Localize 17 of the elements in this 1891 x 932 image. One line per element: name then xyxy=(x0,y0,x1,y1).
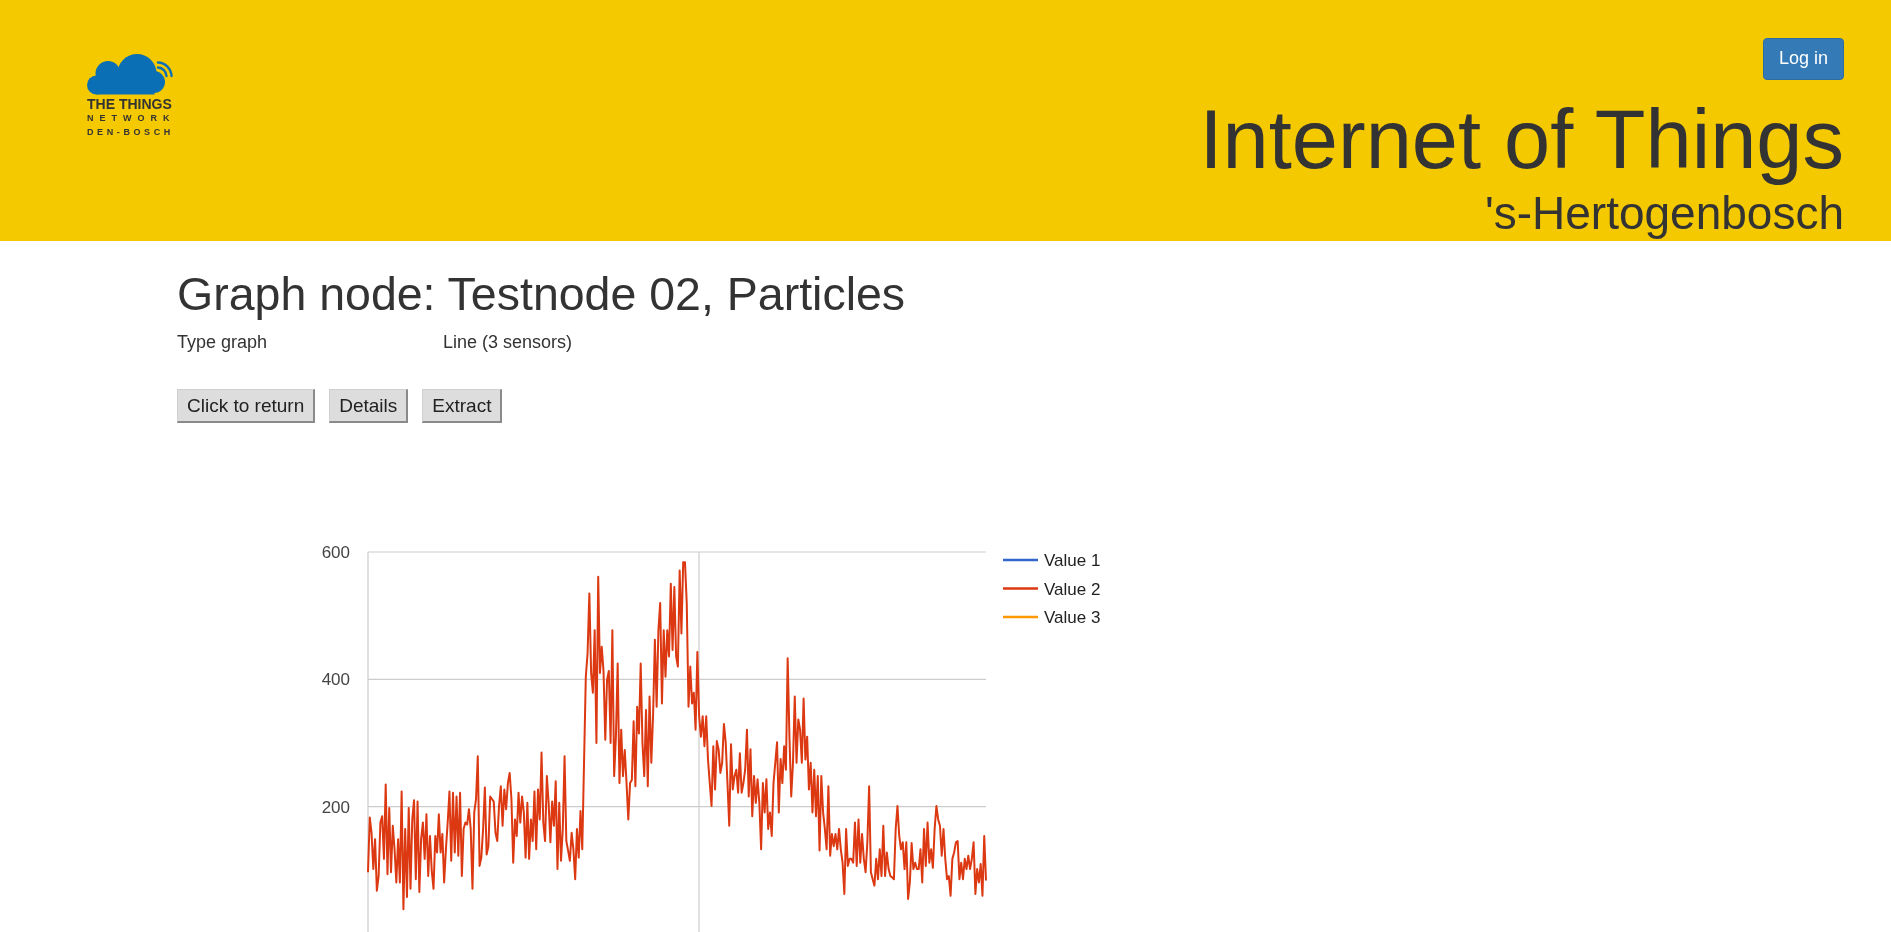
logo-location: DEN-BOSCH xyxy=(87,128,174,137)
login-button[interactable]: Log in xyxy=(1762,38,1844,80)
action-button[interactable]: Click to return xyxy=(177,388,316,424)
page-heading: Graph node: Testnode 02, Particles xyxy=(177,269,906,321)
property-value: Line (3 sensors) xyxy=(443,331,573,355)
property-label: Type graph xyxy=(177,332,268,353)
y-axis-label: 200 xyxy=(321,798,350,817)
y-axis-label: 600 xyxy=(321,543,350,563)
cloud-signal-icon xyxy=(87,54,173,95)
logo-subtitle: NETWORK xyxy=(87,114,176,123)
y-axis-label: 400 xyxy=(321,670,350,690)
legend-label: Value 2 xyxy=(1044,579,1101,599)
legend-label: Value 3 xyxy=(1044,608,1101,628)
legend-label: Value 1 xyxy=(1044,551,1101,571)
action-button[interactable]: Details xyxy=(329,388,409,424)
action-button[interactable]: Extract xyxy=(422,388,503,424)
logo-title: THE THINGS xyxy=(87,97,172,111)
